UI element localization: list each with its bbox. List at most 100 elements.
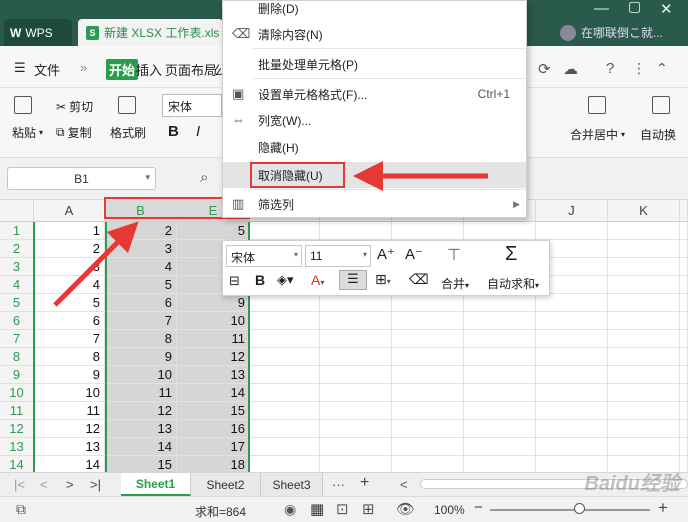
zoom-out-button[interactable]: −: [474, 499, 483, 516]
cell-e-9[interactable]: 13: [177, 366, 250, 384]
menu-file[interactable]: 文件: [34, 60, 60, 79]
paste-button[interactable]: 粘贴 ▾: [12, 124, 43, 141]
cell-empty[interactable]: [536, 348, 608, 366]
row-header[interactable]: 3: [0, 258, 34, 276]
cell-a-8[interactable]: 8: [34, 348, 105, 366]
cell-empty[interactable]: [392, 348, 464, 366]
cell-b-14[interactable]: 15: [105, 456, 177, 472]
cell-b-12[interactable]: 13: [105, 420, 177, 438]
close-icon[interactable]: ✕: [660, 0, 673, 18]
cell-empty[interactable]: [608, 366, 680, 384]
column-header-j[interactable]: J: [536, 200, 608, 222]
cell-empty[interactable]: [536, 384, 608, 402]
cell-empty[interactable]: [320, 348, 392, 366]
zoom-slider-track[interactable]: [490, 509, 650, 511]
cell-empty[interactable]: [250, 438, 320, 456]
cell-empty[interactable]: [608, 420, 680, 438]
cell-empty[interactable]: [608, 258, 680, 276]
macro-icon[interactable]: ⧉: [16, 501, 26, 518]
merge-center-icon[interactable]: [588, 96, 606, 114]
menu-more-icon[interactable]: »: [80, 60, 87, 75]
cell-empty[interactable]: [320, 366, 392, 384]
row-header[interactable]: 9: [0, 366, 34, 384]
cell-empty[interactable]: [608, 294, 680, 312]
wrap-text-button[interactable]: 自动换: [640, 126, 676, 143]
cell-empty[interactable]: [536, 294, 608, 312]
cell-a-2[interactable]: 2: [34, 240, 105, 258]
cell-e-14[interactable]: 18: [177, 456, 250, 472]
cell-empty[interactable]: [608, 438, 680, 456]
cell-empty[interactable]: [680, 294, 688, 312]
cell-empty[interactable]: [250, 294, 320, 312]
cell-empty[interactable]: [680, 384, 688, 402]
menu-insert[interactable]: 插入: [136, 60, 162, 79]
row-header[interactable]: 11: [0, 402, 34, 420]
more-options-icon[interactable]: ⋮: [632, 60, 646, 77]
merge-center-button[interactable]: 合并居中 ▾: [570, 126, 625, 143]
cell-b-10[interactable]: 11: [105, 384, 177, 402]
clear-format-icon[interactable]: ⌫: [409, 271, 429, 288]
sync-icon[interactable]: ⟳: [538, 60, 551, 78]
mini-size-select[interactable]: 11 ▾: [305, 245, 371, 267]
cell-empty[interactable]: [320, 222, 392, 240]
page-break-view-icon[interactable]: ⊡: [336, 500, 349, 518]
cell-empty[interactable]: [680, 222, 688, 240]
row-header[interactable]: 13: [0, 438, 34, 456]
cell-empty[interactable]: [536, 438, 608, 456]
cell-a-3[interactable]: 3: [34, 258, 105, 276]
cell-empty[interactable]: [250, 330, 320, 348]
cell-empty[interactable]: [320, 330, 392, 348]
zoom-in-button[interactable]: +: [658, 498, 668, 518]
cell-empty[interactable]: [250, 384, 320, 402]
cell-empty[interactable]: [680, 258, 688, 276]
row-header[interactable]: 12: [0, 420, 34, 438]
cell-empty[interactable]: [392, 438, 464, 456]
tab-sheet1[interactable]: Sheet1: [121, 473, 191, 496]
cell-empty[interactable]: [608, 384, 680, 402]
tab-wps-home[interactable]: W WPS: [4, 19, 72, 46]
cell-empty[interactable]: [464, 438, 536, 456]
cell-empty[interactable]: [536, 312, 608, 330]
copy-button[interactable]: ⧉ 复制: [56, 124, 92, 141]
cell-e-6[interactable]: 10: [177, 312, 250, 330]
cell-b-9[interactable]: 10: [105, 366, 177, 384]
borders-icon[interactable]: ⊞▾: [375, 271, 391, 288]
cell-empty[interactable]: [536, 366, 608, 384]
cell-empty[interactable]: [536, 420, 608, 438]
increase-font-icon[interactable]: A⁺: [377, 245, 395, 263]
bold-button[interactable]: B: [168, 123, 179, 140]
menu-item-clear-contents[interactable]: ⌫ 清除内容(N): [223, 21, 526, 47]
cell-b-2[interactable]: 3: [105, 240, 177, 258]
cell-empty[interactable]: [250, 348, 320, 366]
mini-merge-button[interactable]: 合并▾: [441, 275, 469, 292]
cell-empty[interactable]: [608, 330, 680, 348]
menu-item-delete[interactable]: 删除(D): [223, 0, 526, 21]
collapse-ribbon-icon[interactable]: ⌃: [656, 60, 668, 77]
cell-empty[interactable]: [464, 330, 536, 348]
cut-button[interactable]: ✂ 剪切: [56, 98, 93, 115]
tab-sheet3[interactable]: Sheet3: [261, 473, 323, 496]
cell-b-3[interactable]: 4: [105, 258, 177, 276]
cell-b-8[interactable]: 9: [105, 348, 177, 366]
cell-e-5[interactable]: 9: [177, 294, 250, 312]
tab-sheet2[interactable]: Sheet2: [191, 473, 261, 496]
cell-empty[interactable]: [608, 240, 680, 258]
cell-empty[interactable]: [608, 312, 680, 330]
cell-empty[interactable]: [392, 330, 464, 348]
row-header[interactable]: 6: [0, 312, 34, 330]
mini-autosum-button[interactable]: 自动求和▾: [487, 275, 539, 292]
menu-item-filter-column[interactable]: ▥ 筛选列 ▶: [223, 191, 526, 217]
cell-empty[interactable]: [680, 420, 688, 438]
cell-empty[interactable]: [320, 456, 392, 472]
row-header[interactable]: 8: [0, 348, 34, 366]
first-sheet-icon[interactable]: |<: [14, 477, 25, 492]
menu-item-batch-process[interactable]: 批量处理单元格(P): [223, 51, 526, 77]
wrap-text-icon[interactable]: [652, 96, 670, 114]
cell-empty[interactable]: [464, 348, 536, 366]
mini-font-select[interactable]: 宋体 ▾: [226, 245, 302, 267]
cell-empty[interactable]: [392, 402, 464, 420]
add-sheet-button[interactable]: +: [360, 474, 369, 492]
cell-empty[interactable]: [680, 438, 688, 456]
help-icon[interactable]: ?: [606, 60, 614, 77]
scroll-left-icon[interactable]: <: [400, 477, 408, 492]
